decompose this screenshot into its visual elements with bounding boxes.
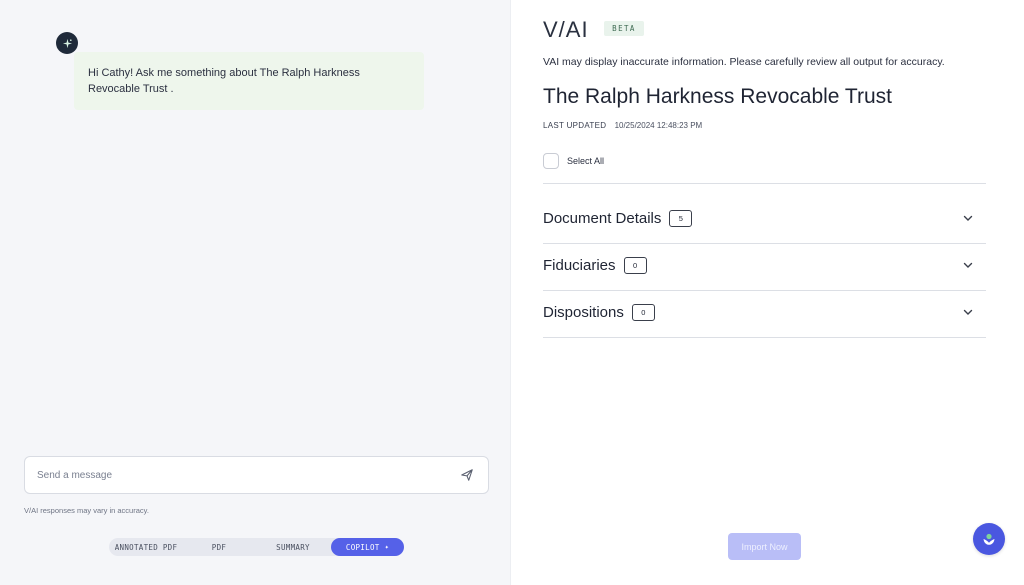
divider <box>543 183 986 184</box>
beta-badge: BETA <box>604 21 644 36</box>
tab-pdf[interactable]: PDF <box>183 538 255 556</box>
divider <box>543 243 986 244</box>
chevron-down-icon <box>963 309 973 315</box>
send-button[interactable] <box>458 466 476 484</box>
select-all[interactable]: Select All <box>543 153 604 169</box>
assistant-message: Hi Cathy! Ask me something about The Ral… <box>74 52 424 110</box>
section-document-details[interactable]: Document Details 5 <box>543 203 986 233</box>
section-count: 0 <box>631 303 655 321</box>
section-count: 5 <box>669 209 693 227</box>
assistant-avatar <box>56 32 78 54</box>
section-title: Document Details <box>543 209 662 227</box>
brand-logo: V/AI <box>543 17 589 42</box>
divider <box>543 337 986 338</box>
divider <box>543 290 986 291</box>
chat-panel: Hi Cathy! Ask me something about The Ral… <box>0 0 511 585</box>
section-dispositions[interactable]: Dispositions 0 <box>543 297 986 327</box>
last-updated-value: 10/25/2024 12:48:23 PM <box>614 121 703 130</box>
accuracy-warning: VAI may display inaccurate information. … <box>543 56 945 68</box>
section-fiduciaries[interactable]: Fiduciaries 0 <box>543 250 986 280</box>
sparkle-icon: ✦ <box>384 543 390 551</box>
select-all-checkbox[interactable] <box>543 153 559 169</box>
assistant-fab-button[interactable] <box>973 523 1005 555</box>
view-tabs: ANNOTATED PDF PDF SUMMARY COPILOT ✦ <box>109 538 404 556</box>
chevron-down-icon <box>963 262 973 268</box>
tab-annotated-pdf[interactable]: ANNOTATED PDF <box>109 538 183 556</box>
section-title: Fiduciaries <box>543 256 616 274</box>
tab-copilot[interactable]: COPILOT ✦ <box>331 538 404 556</box>
section-count: 0 <box>623 256 647 274</box>
tab-copilot-label: COPILOT <box>345 542 380 552</box>
select-all-label: Select All <box>567 156 605 166</box>
message-composer <box>24 456 489 494</box>
tab-summary[interactable]: SUMMARY <box>255 538 331 556</box>
import-now-button[interactable]: Import Now <box>728 533 801 560</box>
ai-disclaimer: V/AI responses may vary in accuracy. <box>24 506 149 515</box>
last-updated: LAST UPDATED 10/25/2024 12:48:23 PM <box>543 121 702 130</box>
section-title: Dispositions <box>543 303 624 321</box>
send-icon <box>461 469 473 481</box>
page-title: The Ralph Harkness Revocable Trust <box>543 85 892 108</box>
sparkle-icon <box>62 38 72 48</box>
last-updated-label: LAST UPDATED <box>543 121 607 130</box>
leaf-icon <box>983 533 995 545</box>
message-input[interactable] <box>37 469 458 481</box>
chevron-down-icon <box>963 215 973 221</box>
